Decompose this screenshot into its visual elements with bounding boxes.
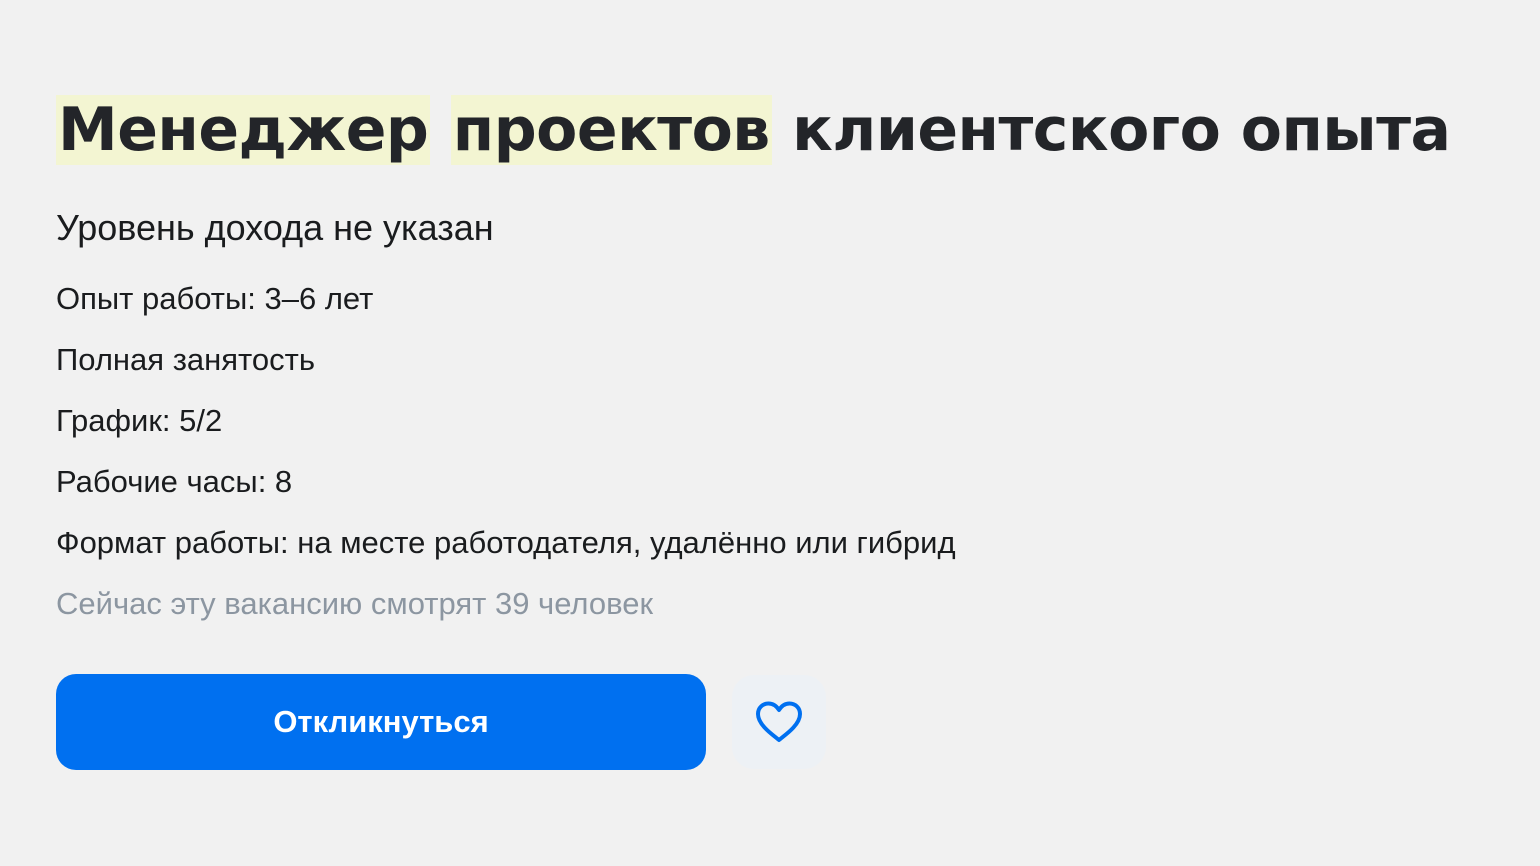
viewers-count-text: Сейчас эту вакансию смотрят 39 человек [56,586,654,621]
vacancy-card: Менеджер проектов клиентского опыта Уров… [56,88,1496,770]
vacancy-actions: Откликнуться [56,674,1496,770]
schedule-text: График: 5/2 [56,403,223,438]
title-highlight-projects: проектов [450,95,772,165]
experience-text: Опыт работы: 3–6 лет [56,281,374,316]
employment-text: Полная занятость [56,342,315,377]
title-highlight-manager: Менеджер [56,95,431,165]
vacancy-facts: Опыт работы: 3–6 лет Полная занятость Гр… [56,280,1496,622]
title-rest: клиентского опыта [792,95,1451,165]
favorite-button[interactable] [732,675,826,769]
respond-button[interactable]: Откликнуться [56,674,706,770]
work-hours-text: Рабочие часы: 8 [56,464,293,499]
work-format-text: Формат работы: на месте работодателя, уд… [56,525,956,560]
heart-icon [754,700,804,744]
salary-text: Уровень дохода не указан [56,207,494,248]
vacancy-title: Менеджер проектов клиентского опыта [56,88,1496,172]
